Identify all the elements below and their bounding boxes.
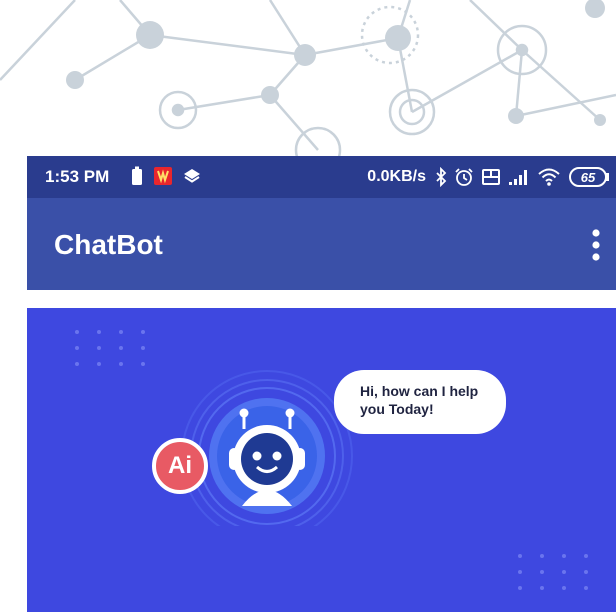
bluetooth-icon — [436, 167, 447, 187]
status-bar: 1:53 PM 0.0KB/s 65 — [27, 156, 616, 198]
signal-icon — [509, 170, 527, 185]
dot-grid-decoration — [75, 330, 145, 366]
status-left-icons — [131, 166, 201, 186]
overflow-menu-button[interactable] — [584, 226, 608, 264]
speech-bubble: Hi, how can I help you Today! — [334, 370, 506, 434]
alarm-icon — [455, 168, 473, 186]
ai-badge: Ai — [152, 438, 208, 494]
volte-icon — [482, 169, 500, 185]
status-right-icons: 0.0KB/s 65 — [367, 166, 610, 188]
app-bar: ChatBot — [27, 198, 616, 290]
battery-icon: 65 — [569, 167, 609, 187]
ai-badge-label: Ai — [168, 452, 192, 479]
network-background-graphic — [0, 0, 616, 160]
content-gap — [27, 290, 616, 308]
wifi-icon — [538, 168, 560, 186]
status-time: 1:53 PM — [45, 167, 110, 186]
app-title: ChatBot — [54, 229, 163, 260]
phone-screen: 1:53 PM 0.0KB/s 65 ChatBot Hi, how can I… — [27, 156, 616, 612]
battery-level: 65 — [581, 170, 596, 185]
battery-saver-icon — [132, 166, 142, 185]
speech-bubble-text: Hi, how can I help you Today! — [360, 383, 479, 417]
layers-icon — [184, 169, 200, 183]
more-vert-icon — [592, 229, 600, 261]
network-speed: 0.0KB/s — [367, 168, 426, 185]
dot-grid-decoration — [518, 554, 588, 590]
app-notification-icon — [154, 167, 172, 185]
